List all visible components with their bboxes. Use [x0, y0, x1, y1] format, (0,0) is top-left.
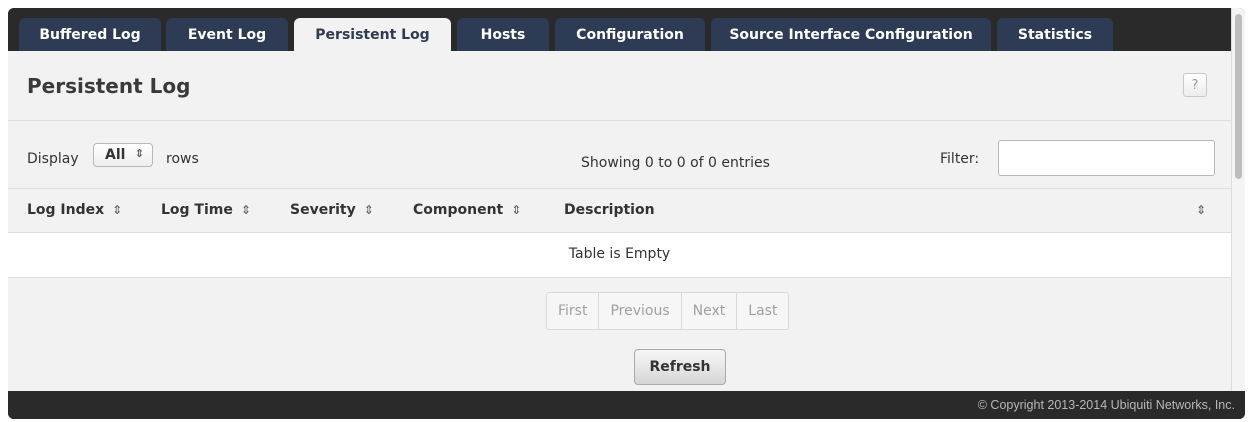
tab-statistics[interactable]: Statistics — [997, 18, 1113, 51]
app-window: Buffered Log Event Log Persistent Log Ho… — [8, 8, 1245, 419]
column-header-log-time[interactable]: Log Time ⇕ — [161, 202, 251, 218]
display-label: Display — [27, 151, 79, 167]
pagination: First Previous Next Last — [546, 292, 790, 330]
rows-select-value: All — [105, 147, 126, 163]
last-page-button[interactable]: Last — [737, 293, 788, 329]
column-header-severity[interactable]: Severity ⇕ — [290, 202, 374, 218]
help-button[interactable]: ? — [1183, 73, 1207, 97]
column-header-component[interactable]: Component ⇕ — [413, 202, 521, 218]
column-header-log-index[interactable]: Log Index ⇕ — [27, 202, 122, 218]
tab-persistent-log[interactable]: Persistent Log — [294, 18, 451, 51]
footer-copyright: © Copyright 2013-2014 Ubiquiti Networks,… — [8, 391, 1245, 419]
page-title: Persistent Log — [27, 74, 191, 98]
refresh-button[interactable]: Refresh — [634, 349, 726, 385]
filter-label: Filter: — [940, 151, 980, 167]
table-row: Table is Empty — [8, 232, 1231, 278]
tab-bar: Buffered Log Event Log Persistent Log Ho… — [8, 8, 1231, 51]
tab-source-interface-configuration[interactable]: Source Interface Configuration — [711, 18, 991, 51]
vertical-scrollbar[interactable] — [1231, 8, 1245, 391]
main-panel: Persistent Log ? Display All ⇕ rows Show… — [8, 51, 1231, 391]
entries-info: Showing 0 to 0 of 0 entries — [581, 155, 770, 171]
sort-both-icon: ⇕ — [363, 203, 374, 217]
tab-event-log[interactable]: Event Log — [166, 18, 288, 51]
sort-both-icon: ⇕ — [112, 203, 123, 217]
rows-label: rows — [166, 151, 199, 167]
column-header-description[interactable]: Description — [564, 202, 655, 218]
previous-page-button[interactable]: Previous — [599, 293, 682, 329]
filter-input[interactable] — [998, 140, 1215, 176]
divider — [8, 120, 1231, 121]
description-sort-icon[interactable]: ⇕ — [1196, 202, 1206, 218]
next-page-button[interactable]: Next — [682, 293, 738, 329]
select-arrows-icon: ⇕ — [134, 147, 144, 160]
rows-per-page-select[interactable]: All ⇕ — [93, 143, 153, 167]
scrollbar-thumb[interactable] — [1235, 14, 1242, 179]
divider — [8, 188, 1231, 189]
tab-configuration[interactable]: Configuration — [555, 18, 705, 51]
tab-hosts[interactable]: Hosts — [457, 18, 549, 51]
first-page-button[interactable]: First — [547, 293, 600, 329]
sort-both-icon: ⇕ — [240, 203, 251, 217]
empty-table-message: Table is Empty — [568, 246, 671, 262]
sort-both-icon: ⇕ — [511, 203, 522, 217]
tab-buffered-log[interactable]: Buffered Log — [19, 18, 161, 51]
